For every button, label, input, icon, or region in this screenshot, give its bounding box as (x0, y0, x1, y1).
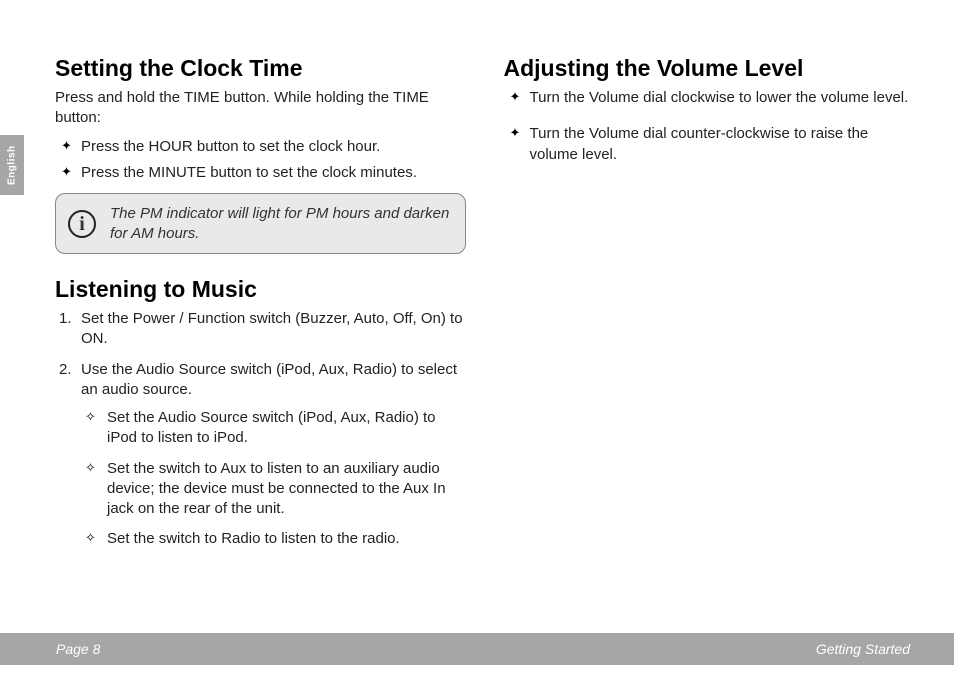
page-footer: Page 8 Getting Started (0, 633, 954, 665)
music-subs: Set the Audio Source switch (iPod, Aux, … (81, 408, 466, 550)
heading-clock: Setting the Clock Time (55, 55, 466, 82)
list-item: Set the Audio Source switch (iPod, Aux, … (81, 408, 466, 449)
left-column: Setting the Clock Time Press and hold th… (55, 55, 466, 618)
language-tab: English (0, 135, 24, 195)
list-item: Set the switch to Radio to listen to the… (81, 529, 466, 549)
list-item: Turn the Volume dial counter-clockwise t… (504, 124, 915, 165)
page-number: Page 8 (56, 641, 100, 657)
list-item: Press the HOUR button to set the clock h… (55, 137, 466, 157)
clock-bullets: Press the HOUR button to set the clock h… (55, 137, 466, 184)
list-item: Use the Audio Source switch (iPod, Aux, … (55, 360, 466, 550)
clock-intro: Press and hold the TIME button. While ho… (55, 88, 466, 129)
music-steps: Set the Power / Function switch (Buzzer,… (55, 309, 466, 550)
heading-music: Listening to Music (55, 276, 466, 303)
info-note: i The PM indicator will light for PM hou… (55, 193, 466, 254)
step-text: Use the Audio Source switch (iPod, Aux, … (81, 361, 457, 398)
list-item: Set the Power / Function switch (Buzzer,… (55, 309, 466, 350)
volume-bullets: Turn the Volume dial clockwise to lower … (504, 88, 915, 165)
list-item: Set the switch to Aux to listen to an au… (81, 459, 466, 520)
list-item: Turn the Volume dial clockwise to lower … (504, 88, 915, 108)
list-item: Press the MINUTE button to set the clock… (55, 163, 466, 183)
page-content: Setting the Clock Time Press and hold th… (55, 55, 914, 618)
section-name: Getting Started (816, 641, 910, 657)
info-icon: i (68, 210, 96, 238)
right-column: Adjusting the Volume Level Turn the Volu… (504, 55, 915, 618)
note-text: The PM indicator will light for PM hours… (110, 204, 451, 243)
heading-volume: Adjusting the Volume Level (504, 55, 915, 82)
